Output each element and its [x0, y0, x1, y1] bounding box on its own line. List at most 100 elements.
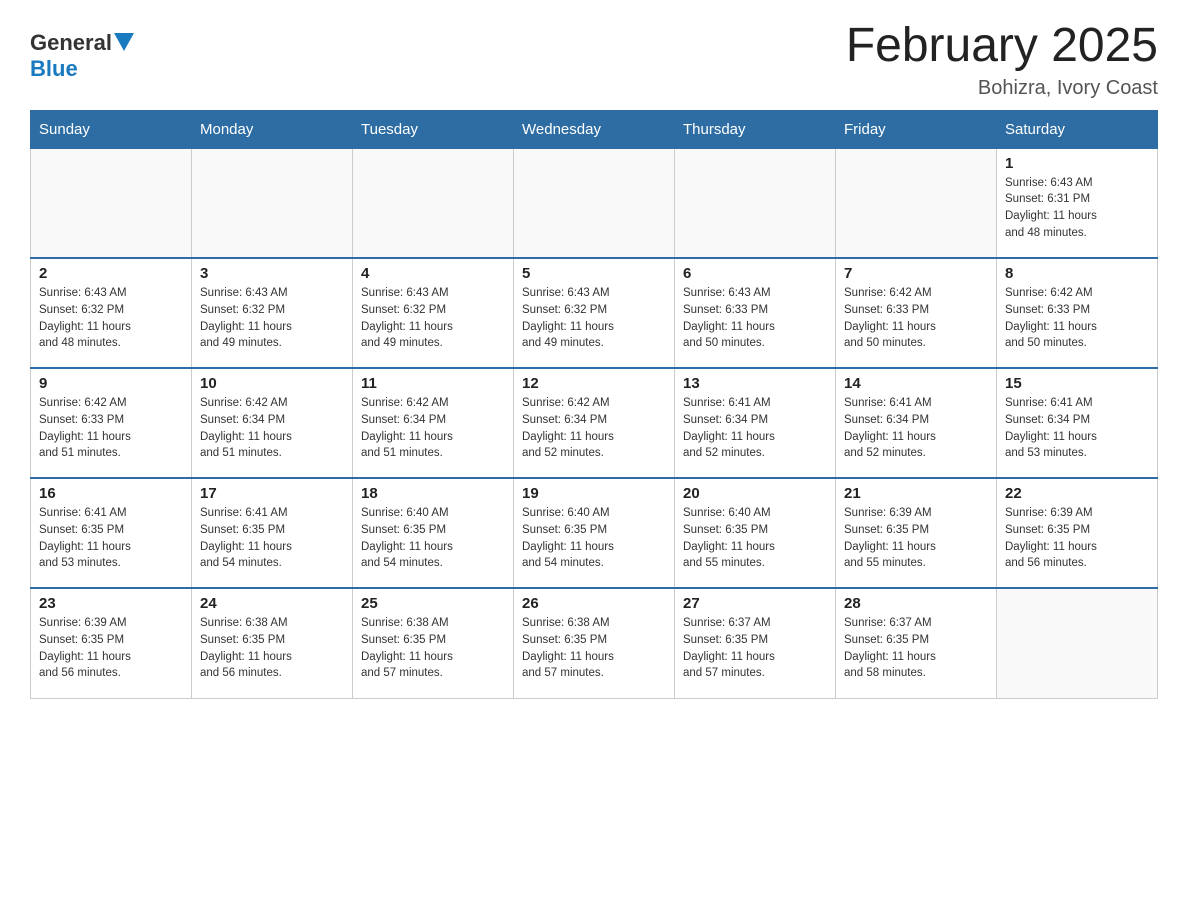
day-info: Sunrise: 6:37 AMSunset: 6:35 PMDaylight:…: [844, 615, 988, 682]
day-info: Sunrise: 6:41 AMSunset: 6:35 PMDaylight:…: [39, 505, 183, 572]
title-block: February 2025 Bohizra, Ivory Coast: [846, 20, 1158, 100]
weekday-header-tuesday: Tuesday: [353, 110, 514, 148]
day-info: Sunrise: 6:43 AMSunset: 6:32 PMDaylight:…: [361, 285, 505, 352]
day-number: 22: [1005, 485, 1149, 502]
day-info: Sunrise: 6:43 AMSunset: 6:32 PMDaylight:…: [522, 285, 666, 352]
day-info: Sunrise: 6:39 AMSunset: 6:35 PMDaylight:…: [844, 505, 988, 572]
day-info: Sunrise: 6:43 AMSunset: 6:32 PMDaylight:…: [200, 285, 344, 352]
calendar-cell: 5 Sunrise: 6:43 AMSunset: 6:32 PMDaylight…: [514, 258, 675, 368]
calendar-cell: 17 Sunrise: 6:41 AMSunset: 6:35 PMDayligh…: [192, 478, 353, 588]
day-number: 28: [844, 595, 988, 612]
calendar-week-1: 1 Sunrise: 6:43 AMSunset: 6:31 PMDaylight…: [31, 148, 1158, 258]
weekday-header-friday: Friday: [836, 110, 997, 148]
day-number: 14: [844, 375, 988, 392]
day-number: 19: [522, 485, 666, 502]
day-number: 2: [39, 265, 183, 282]
logo-blue-text: Blue: [30, 56, 78, 82]
logo: General Blue: [30, 30, 134, 82]
day-number: 13: [683, 375, 827, 392]
weekday-header-row: SundayMondayTuesdayWednesdayThursdayFrid…: [31, 110, 1158, 148]
calendar-cell: [31, 148, 192, 258]
calendar-week-5: 23Sunrise: 6:39 AMSunset: 6:35 PMDayligh…: [31, 588, 1158, 698]
day-info: Sunrise: 6:43 AMSunset: 6:32 PMDaylight:…: [39, 285, 183, 352]
calendar-cell: 26Sunrise: 6:38 AMSunset: 6:35 PMDayligh…: [514, 588, 675, 698]
day-number: 1: [1005, 155, 1149, 172]
day-info: Sunrise: 6:38 AMSunset: 6:35 PMDaylight:…: [361, 615, 505, 682]
calendar-cell: 21Sunrise: 6:39 AMSunset: 6:35 PMDayligh…: [836, 478, 997, 588]
day-info: Sunrise: 6:38 AMSunset: 6:35 PMDaylight:…: [200, 615, 344, 682]
location-subtitle: Bohizra, Ivory Coast: [846, 77, 1158, 100]
day-info: Sunrise: 6:41 AMSunset: 6:35 PMDaylight:…: [200, 505, 344, 572]
day-info: Sunrise: 6:43 AMSunset: 6:31 PMDaylight:…: [1005, 175, 1149, 242]
calendar-cell: 6 Sunrise: 6:43 AMSunset: 6:33 PMDaylight…: [675, 258, 836, 368]
day-number: 16: [39, 485, 183, 502]
calendar-cell: 4 Sunrise: 6:43 AMSunset: 6:32 PMDaylight…: [353, 258, 514, 368]
day-number: 17: [200, 485, 344, 502]
day-info: Sunrise: 6:40 AMSunset: 6:35 PMDaylight:…: [683, 505, 827, 572]
calendar-cell: 28 Sunrise: 6:37 AMSunset: 6:35 PMDayligh…: [836, 588, 997, 698]
calendar-week-4: 16 Sunrise: 6:41 AMSunset: 6:35 PMDayligh…: [31, 478, 1158, 588]
day-info: Sunrise: 6:38 AMSunset: 6:35 PMDaylight:…: [522, 615, 666, 682]
day-number: 12: [522, 375, 666, 392]
calendar-cell: 16 Sunrise: 6:41 AMSunset: 6:35 PMDayligh…: [31, 478, 192, 588]
day-number: 27: [683, 595, 827, 612]
day-info: Sunrise: 6:39 AMSunset: 6:35 PMDaylight:…: [1005, 505, 1149, 572]
day-number: 11: [361, 375, 505, 392]
calendar-cell: 7Sunrise: 6:42 AMSunset: 6:33 PMDaylight…: [836, 258, 997, 368]
calendar-cell: 3 Sunrise: 6:43 AMSunset: 6:32 PMDaylight…: [192, 258, 353, 368]
day-number: 20: [683, 485, 827, 502]
calendar-cell: [675, 148, 836, 258]
day-info: Sunrise: 6:41 AMSunset: 6:34 PMDaylight:…: [844, 395, 988, 462]
calendar-cell: 10Sunrise: 6:42 AMSunset: 6:34 PMDayligh…: [192, 368, 353, 478]
day-info: Sunrise: 6:43 AMSunset: 6:33 PMDaylight:…: [683, 285, 827, 352]
calendar-cell: [997, 588, 1158, 698]
day-info: Sunrise: 6:40 AMSunset: 6:35 PMDaylight:…: [361, 505, 505, 572]
calendar-table: SundayMondayTuesdayWednesdayThursdayFrid…: [30, 110, 1158, 699]
calendar-cell: 9 Sunrise: 6:42 AMSunset: 6:33 PMDaylight…: [31, 368, 192, 478]
calendar-cell: 22 Sunrise: 6:39 AMSunset: 6:35 PMDayligh…: [997, 478, 1158, 588]
day-number: 18: [361, 485, 505, 502]
weekday-header-sunday: Sunday: [31, 110, 192, 148]
day-number: 23: [39, 595, 183, 612]
day-info: Sunrise: 6:40 AMSunset: 6:35 PMDaylight:…: [522, 505, 666, 572]
day-number: 9: [39, 375, 183, 392]
calendar-cell: 8 Sunrise: 6:42 AMSunset: 6:33 PMDaylight…: [997, 258, 1158, 368]
month-title: February 2025: [846, 20, 1158, 73]
calendar-week-2: 2 Sunrise: 6:43 AMSunset: 6:32 PMDaylight…: [31, 258, 1158, 368]
day-info: Sunrise: 6:42 AMSunset: 6:34 PMDaylight:…: [361, 395, 505, 462]
calendar-cell: 19 Sunrise: 6:40 AMSunset: 6:35 PMDayligh…: [514, 478, 675, 588]
calendar-cell: 20 Sunrise: 6:40 AMSunset: 6:35 PMDayligh…: [675, 478, 836, 588]
calendar-cell: 14 Sunrise: 6:41 AMSunset: 6:34 PMDayligh…: [836, 368, 997, 478]
day-number: 4: [361, 265, 505, 282]
calendar-cell: 11 Sunrise: 6:42 AMSunset: 6:34 PMDayligh…: [353, 368, 514, 478]
calendar-cell: 23Sunrise: 6:39 AMSunset: 6:35 PMDayligh…: [31, 588, 192, 698]
logo-general-text: General: [30, 30, 112, 56]
day-number: 25: [361, 595, 505, 612]
day-number: 6: [683, 265, 827, 282]
calendar-cell: [353, 148, 514, 258]
day-number: 3: [200, 265, 344, 282]
day-number: 5: [522, 265, 666, 282]
weekday-header-thursday: Thursday: [675, 110, 836, 148]
day-number: 24: [200, 595, 344, 612]
calendar-cell: 15Sunrise: 6:41 AMSunset: 6:34 PMDayligh…: [997, 368, 1158, 478]
day-info: Sunrise: 6:42 AMSunset: 6:33 PMDaylight:…: [39, 395, 183, 462]
day-info: Sunrise: 6:41 AMSunset: 6:34 PMDaylight:…: [1005, 395, 1149, 462]
calendar-cell: [192, 148, 353, 258]
day-info: Sunrise: 6:42 AMSunset: 6:33 PMDaylight:…: [1005, 285, 1149, 352]
weekday-header-wednesday: Wednesday: [514, 110, 675, 148]
calendar-cell: 1 Sunrise: 6:43 AMSunset: 6:31 PMDaylight…: [997, 148, 1158, 258]
day-number: 7: [844, 265, 988, 282]
day-number: 8: [1005, 265, 1149, 282]
logo-triangle-icon: [114, 33, 134, 51]
calendar-cell: 12Sunrise: 6:42 AMSunset: 6:34 PMDayligh…: [514, 368, 675, 478]
calendar-cell: [836, 148, 997, 258]
day-info: Sunrise: 6:42 AMSunset: 6:34 PMDaylight:…: [200, 395, 344, 462]
page-header: General Blue February 2025 Bohizra, Ivor…: [30, 20, 1158, 100]
calendar-cell: [514, 148, 675, 258]
day-info: Sunrise: 6:41 AMSunset: 6:34 PMDaylight:…: [683, 395, 827, 462]
calendar-cell: 2 Sunrise: 6:43 AMSunset: 6:32 PMDaylight…: [31, 258, 192, 368]
weekday-header-saturday: Saturday: [997, 110, 1158, 148]
calendar-cell: 13 Sunrise: 6:41 AMSunset: 6:34 PMDayligh…: [675, 368, 836, 478]
weekday-header-monday: Monday: [192, 110, 353, 148]
